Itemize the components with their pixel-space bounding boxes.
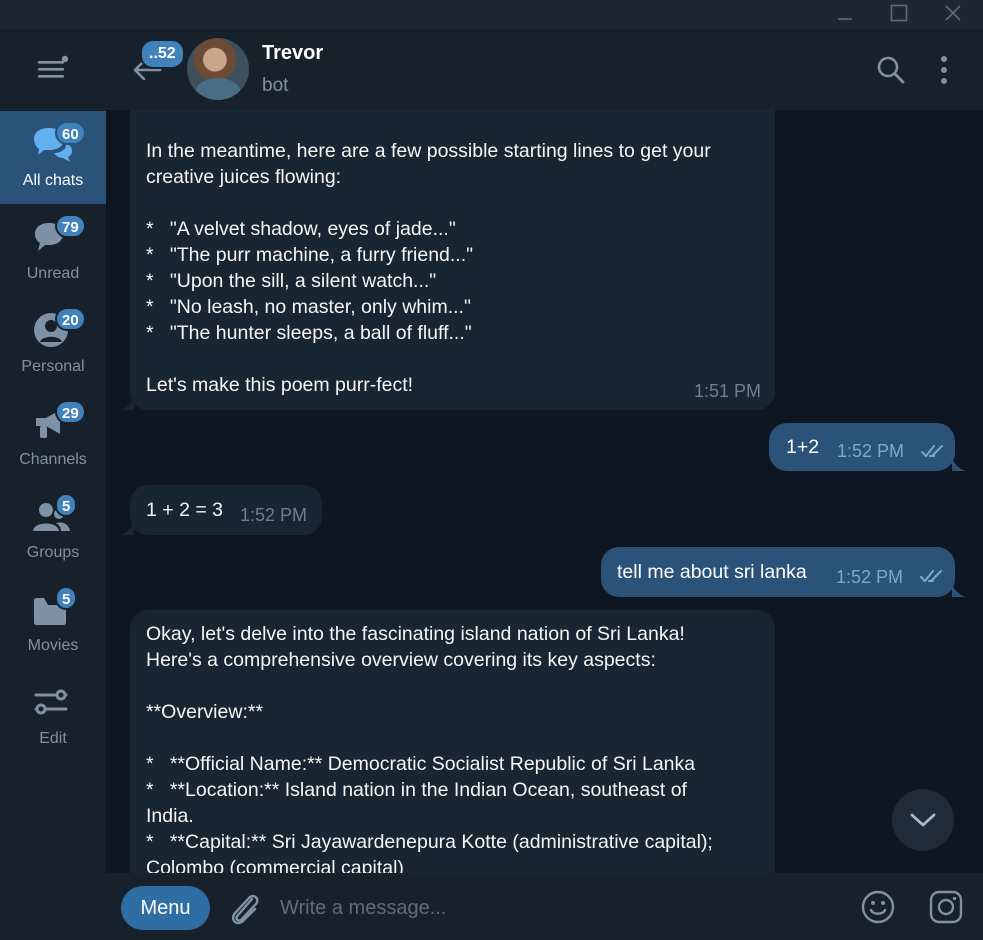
message-list[interactable]: In the meantime, here are a few possible… [106,110,983,873]
folder-edit[interactable]: Edit [0,669,106,762]
double-check-icon [920,570,942,582]
folder-personal[interactable]: 20 Personal [0,297,106,390]
folder-label: Unread [26,265,80,282]
maximize-button[interactable] [876,0,922,29]
double-check-icon [921,445,943,457]
bubble-tail [952,457,966,471]
emoji-icon[interactable] [860,889,896,925]
scroll-to-bottom-button[interactable] [892,789,954,851]
paperclip-icon[interactable] [226,889,262,927]
folder-badge: 5 [55,493,78,517]
chat-header: ..52 Trevor bot [106,29,983,110]
folder-all-chats[interactable]: 60 All chats [0,111,106,204]
message-bubble-outgoing[interactable]: 1+2 1:52 PM [769,423,955,471]
folder-badge: 20 [55,307,86,331]
message-text: tell me about sri lanka [617,561,807,583]
folder-channels[interactable]: 29 Channels [0,390,106,483]
folder-unread[interactable]: 79 Unread [0,204,106,297]
chat-title[interactable]: Trevor [262,42,323,65]
message-bubble-outgoing[interactable]: tell me about sri lanka 1:52 PM [601,547,955,597]
search-icon[interactable] [876,54,906,86]
folder-badge: 79 [55,214,86,238]
minimize-button[interactable] [822,0,868,29]
folder-badge: 60 [55,121,86,145]
minimize-icon [838,18,852,20]
folder-label: Personal [21,358,85,375]
message-input[interactable] [278,887,842,929]
message-time: 1:52 PM [836,567,904,587]
sliders-icon [34,689,68,715]
message-time: 1:52 PM [837,441,905,461]
message-text: In the meantime, here are a few possible… [146,140,711,396]
main-menu-button[interactable] [0,29,106,109]
folder-badge: 5 [55,586,78,610]
folder-label: All chats [22,172,84,189]
bubble-tail [952,583,966,597]
folder-movies[interactable]: 5 Movies [0,576,106,669]
close-button[interactable] [930,0,976,29]
more-vertical-icon[interactable] [929,54,959,86]
maximize-icon [890,4,908,22]
message-time: 1:51 PM [693,381,761,401]
unread-count-badge: ..52 [140,39,185,69]
bubble-tail [120,521,134,535]
folder-label: Channels [19,451,87,468]
message-bubble-incoming[interactable]: Okay, let's delve into the fascinating i… [130,610,775,873]
message-bubble-incoming[interactable]: 1 + 2 = 3 1:52 PM [130,485,322,535]
message-text: Okay, let's delve into the fascinating i… [146,623,713,873]
avatar[interactable] [187,38,249,100]
chevron-down-icon [910,813,936,827]
folder-groups[interactable]: 5 Groups [0,483,106,576]
folder-badge: 29 [55,400,86,424]
message-time: 1:52 PM [240,505,308,525]
message-composer: Menu [106,873,983,940]
bubble-tail [120,396,134,410]
folder-label: Groups [26,544,80,561]
close-icon [945,5,961,21]
chat-status: bot [262,75,289,96]
bot-menu-button[interactable]: Menu [121,886,210,930]
folders-sidebar: 60 All chats 79 Unread 20 Personal 29 Ch… [0,29,106,940]
instagram-camera-icon[interactable] [928,889,964,925]
folder-label: Edit [39,730,67,747]
window-titlebar [0,0,983,29]
folder-label: Movies [27,637,79,654]
hamburger-menu-icon [38,55,69,78]
message-bubble-incoming[interactable]: In the meantime, here are a few possible… [130,110,775,410]
